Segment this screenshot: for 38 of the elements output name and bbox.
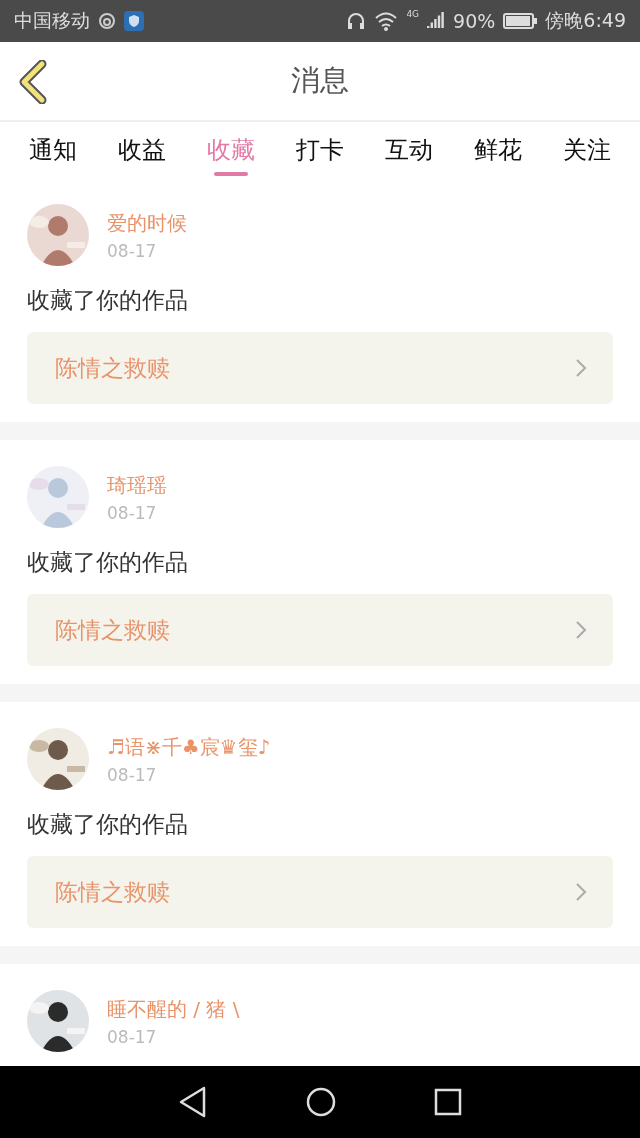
message-date: 08-17 xyxy=(107,240,158,261)
work-link[interactable]: 陈情之救赎 xyxy=(27,594,613,666)
chevron-right-icon xyxy=(575,882,587,902)
message-date: 08-17 xyxy=(107,764,158,785)
message-text: 收藏了你的作品 xyxy=(27,810,189,839)
headphones-icon xyxy=(346,11,367,31)
signal-icon xyxy=(427,12,446,30)
wifi-icon xyxy=(374,11,399,31)
message-text: 收藏了你的作品 xyxy=(27,548,189,577)
tab[interactable]: 关注 xyxy=(542,122,632,178)
recents-nav-icon[interactable] xyxy=(433,1088,462,1116)
swirl-icon xyxy=(98,12,116,30)
clock-time: 傍晚6:49 xyxy=(545,8,626,33)
carrier-name: 中国移动 xyxy=(14,8,90,33)
tab[interactable]: 互动 xyxy=(364,122,454,178)
work-link[interactable]: 陈情之救赎 xyxy=(27,332,613,404)
network-type: 4G xyxy=(406,9,420,19)
chevron-right-icon xyxy=(575,620,587,640)
message-text: 收藏了你的作品 xyxy=(27,286,189,315)
message-date: 08-17 xyxy=(107,502,158,523)
back-icon[interactable] xyxy=(18,60,48,104)
battery-icon xyxy=(503,12,538,30)
battery-percent: 90% xyxy=(453,10,496,32)
chevron-right-icon xyxy=(575,358,587,378)
tab[interactable]: 鲜花 xyxy=(453,122,543,178)
tab[interactable]: 收益 xyxy=(97,122,187,178)
page-title: 消息 xyxy=(291,62,349,99)
user-name[interactable]: ♬语⋇千♣宸♛玺♪ xyxy=(107,733,271,761)
tab[interactable]: 通知 xyxy=(8,122,97,178)
user-name[interactable]: 琦瑶瑶 xyxy=(107,471,167,499)
tab[interactable]: 收藏 xyxy=(186,122,276,178)
work-link[interactable]: 陈情之救赎 xyxy=(27,856,613,928)
home-nav-icon[interactable] xyxy=(305,1086,337,1118)
tab[interactable]: 打卡 xyxy=(275,122,365,178)
message-date: 08-17 xyxy=(107,1026,158,1047)
user-name[interactable]: 睡不醒的 / 猪 \ xyxy=(107,995,240,1023)
shield-icon xyxy=(124,11,144,31)
user-name[interactable]: 爱的时候 xyxy=(107,209,187,237)
